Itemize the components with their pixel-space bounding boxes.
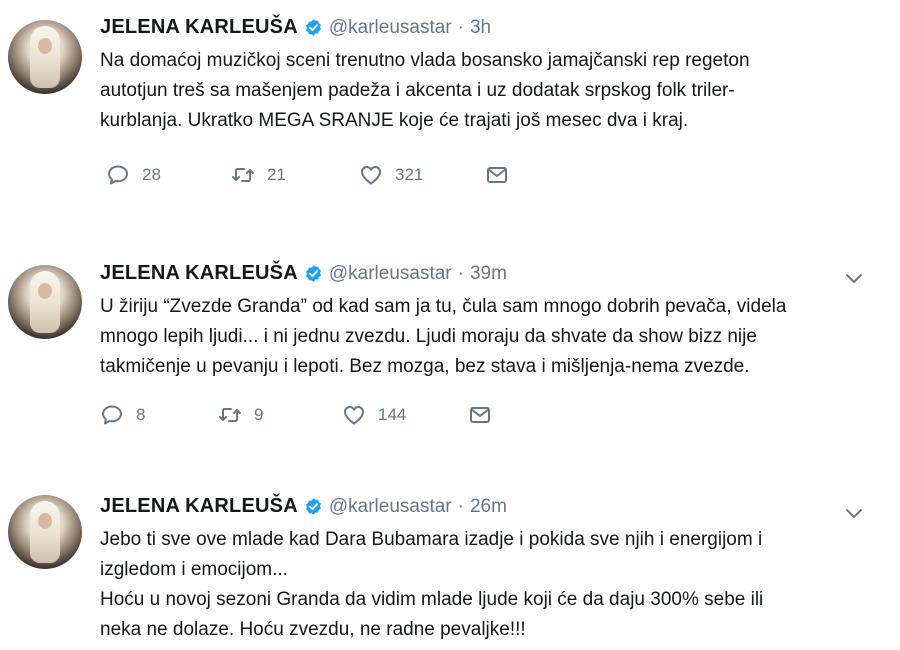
display-name[interactable]: JELENA KARLEUŠA (100, 495, 298, 518)
chevron-down-icon[interactable] (845, 272, 863, 284)
reply-button[interactable]: 8 (100, 403, 218, 427)
tweet-text-line: U žiriju “Zvezde Granda” od kad sam ja t… (100, 296, 787, 317)
timestamp[interactable]: 26m (470, 496, 507, 518)
separator: · (457, 262, 464, 284)
retweet-arrows-icon (231, 163, 255, 187)
separator: · (457, 16, 464, 38)
envelope-icon (468, 403, 492, 427)
reply-button[interactable]: 28 (106, 163, 231, 187)
verified-badge-icon (304, 497, 323, 516)
tweet-header: JELENA KARLEUŠA @karleusastar · 39m (100, 262, 507, 285)
heart-outline-icon (342, 403, 366, 427)
display-name[interactable]: JELENA KARLEUŠA (100, 16, 298, 39)
like-count: 144 (378, 405, 407, 424)
tweet-header: JELENA KARLEUŠA @karleusastar · 3h (100, 16, 491, 39)
verified-badge-icon (304, 264, 323, 283)
timestamp[interactable]: 39m (470, 263, 507, 285)
tweet-text: Na domaćoj muzičkoj sceni trenutno vlada… (100, 46, 890, 136)
direct-message-button[interactable] (485, 163, 509, 187)
tweet[interactable]: JELENA KARLEUŠA @karleusastar · 3h Na do… (0, 0, 900, 210)
like-button[interactable]: 321 (359, 163, 485, 187)
retweet-button[interactable]: 9 (218, 403, 342, 427)
avatar[interactable] (8, 265, 82, 339)
tweet-text-line: kurblanja. Ukratko MEGA SRANJE koje će t… (100, 110, 689, 131)
retweet-arrows-icon (218, 403, 242, 427)
chevron-down-icon[interactable] (845, 507, 863, 519)
tweet-actions: 28 21 321 (100, 163, 509, 187)
tweet[interactable]: JELENA KARLEUŠA @karleusastar · 39m U ži… (0, 210, 900, 455)
tweet-header: JELENA KARLEUŠA @karleusastar · 26m (100, 495, 507, 518)
tweet-text: U žiriju “Zvezde Granda” od kad sam ja t… (100, 292, 890, 382)
speech-bubble-icon (100, 403, 124, 427)
reply-count: 8 (136, 405, 146, 424)
avatar[interactable] (8, 495, 82, 569)
tweet-text-line: Jebo ti sve ove mlade kad Dara Bubamara … (100, 529, 763, 550)
tweet-text-line: autotjun treš sa mašenjem padeža i akcen… (100, 80, 735, 101)
heart-outline-icon (359, 163, 383, 187)
retweet-button[interactable]: 21 (231, 163, 359, 187)
verified-badge-icon (304, 18, 323, 37)
direct-message-button[interactable] (468, 403, 492, 427)
retweet-count: 9 (254, 405, 264, 424)
separator: · (457, 495, 464, 517)
like-button[interactable]: 144 (342, 403, 468, 427)
timestamp[interactable]: 3h (470, 17, 491, 39)
user-handle[interactable]: @karleusastar (329, 263, 452, 285)
display-name[interactable]: JELENA KARLEUŠA (100, 262, 298, 285)
tweet-text-line: izgledom i emocijom... (100, 559, 288, 580)
user-handle[interactable]: @karleusastar (329, 496, 452, 518)
avatar[interactable] (8, 20, 82, 94)
envelope-icon (485, 163, 509, 187)
tweet-text-line: takmičenje u pevanju i lepoti. Bez mozga… (100, 356, 750, 377)
speech-bubble-icon (106, 163, 130, 187)
user-handle[interactable]: @karleusastar (329, 17, 452, 39)
tweet-actions: 8 9 144 (100, 403, 492, 427)
retweet-count: 21 (267, 165, 286, 184)
tweet-text-line: Na domaćoj muzičkoj sceni trenutno vlada… (100, 50, 750, 71)
like-count: 321 (395, 165, 424, 184)
tweet-text-line: neka ne dolaze. Hoću zvezdu, ne radne pe… (100, 619, 526, 640)
tweet-text-line: mnogo lepih ljudi... i ni jednu zvezdu. … (100, 326, 757, 347)
reply-count: 28 (142, 165, 161, 184)
tweet-text: Jebo ti sve ove mlade kad Dara Bubamara … (100, 525, 890, 645)
tweet-text-line: Hoću u novoj sezoni Granda da vidim mlad… (100, 589, 764, 610)
tweet[interactable]: JELENA KARLEUŠA @karleusastar · 26m Jebo… (0, 455, 900, 650)
